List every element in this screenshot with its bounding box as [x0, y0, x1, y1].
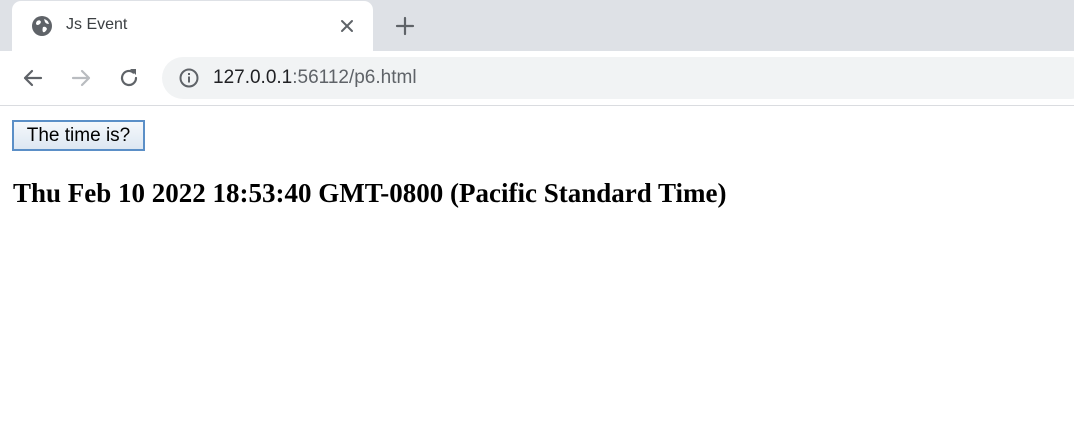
- url-text: 127.0.0.1:56112/p6.html: [213, 67, 417, 89]
- arrow-left-icon[interactable]: [20, 65, 46, 91]
- info-icon[interactable]: [178, 67, 200, 89]
- page-content: The time is? Thu Feb 10 2022 18:53:40 GM…: [0, 106, 1074, 435]
- address-bar[interactable]: 127.0.0.1:56112/p6.html: [162, 57, 1074, 99]
- tab-strip: Js Event: [0, 0, 1074, 51]
- url-path: :56112/p6.html: [292, 67, 417, 88]
- arrow-right-icon[interactable]: [68, 65, 94, 91]
- browser-toolbar: 127.0.0.1:56112/p6.html: [0, 51, 1074, 106]
- url-host: 127.0.0.1: [213, 67, 293, 88]
- reload-icon[interactable]: [116, 65, 142, 91]
- tab-title: Js Event: [66, 16, 128, 33]
- close-icon[interactable]: [337, 16, 357, 36]
- time-output: Thu Feb 10 2022 18:53:40 GMT-0800 (Pacif…: [13, 178, 727, 208]
- plus-icon[interactable]: [392, 13, 418, 39]
- globe-icon: [32, 16, 52, 36]
- show-time-button[interactable]: The time is?: [12, 120, 145, 151]
- browser-tab[interactable]: Js Event: [12, 1, 373, 51]
